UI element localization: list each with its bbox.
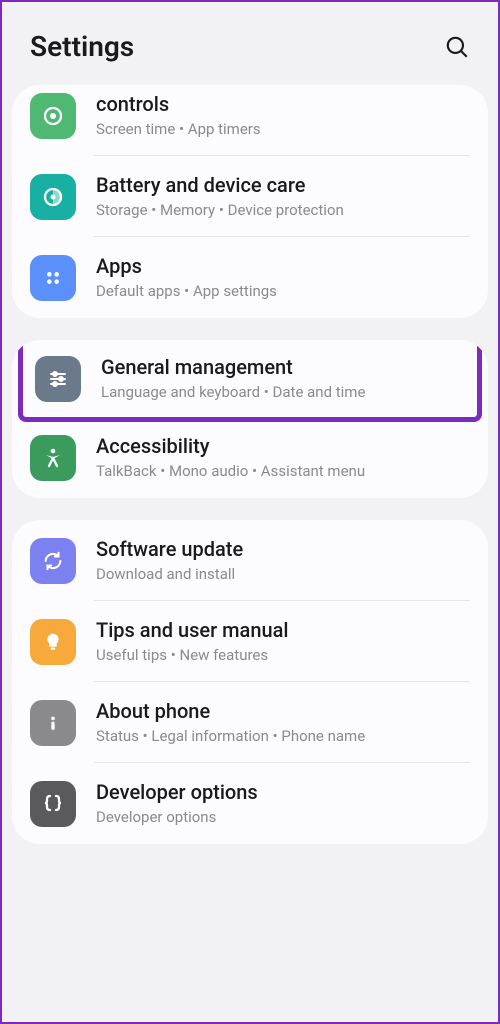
- item-text: Apps Default apps • App settings: [96, 253, 474, 302]
- item-title: Apps: [96, 253, 474, 279]
- item-text: About phone Status • Legal information •…: [96, 698, 474, 747]
- item-text: Tips and user manual Useful tips • New f…: [96, 617, 474, 666]
- settings-group-3: Software update Download and install Tip…: [12, 520, 488, 844]
- settings-group-2: General management Language and keyboard…: [12, 340, 488, 498]
- item-title: About phone: [96, 698, 474, 724]
- item-subtitle: Storage • Memory • Device protection: [96, 200, 474, 221]
- header: Settings: [2, 2, 498, 85]
- settings-item-controls[interactable]: controls Screen time • App timers: [12, 85, 488, 156]
- item-subtitle: Screen time • App timers: [96, 119, 474, 140]
- update-icon: [30, 538, 76, 584]
- search-icon: [444, 34, 470, 60]
- settings-item-apps[interactable]: Apps Default apps • App settings: [12, 237, 488, 318]
- settings-group-1: controls Screen time • App timers Batter…: [12, 85, 488, 318]
- item-title: Battery and device care: [96, 172, 474, 198]
- info-icon: [30, 700, 76, 746]
- item-title: controls: [96, 91, 474, 117]
- item-title: Software update: [96, 536, 474, 562]
- item-text: General management Language and keyboard…: [101, 354, 469, 403]
- item-title: Developer options: [96, 779, 474, 805]
- item-text: Battery and device care Storage • Memory…: [96, 172, 474, 221]
- item-subtitle: Download and install: [96, 564, 474, 585]
- apps-icon: [30, 255, 76, 301]
- item-title: Tips and user manual: [96, 617, 474, 643]
- settings-item-tips[interactable]: Tips and user manual Useful tips • New f…: [12, 601, 488, 682]
- page-title: Settings: [30, 30, 134, 63]
- settings-item-about-phone[interactable]: About phone Status • Legal information •…: [12, 682, 488, 763]
- highlight-general-management: General management Language and keyboard…: [18, 340, 482, 422]
- accessibility-icon: [30, 435, 76, 481]
- item-subtitle: Default apps • App settings: [96, 281, 474, 302]
- item-subtitle: Status • Legal information • Phone name: [96, 726, 474, 747]
- item-subtitle: Language and keyboard • Date and time: [101, 382, 469, 403]
- settings-item-general-management[interactable]: General management Language and keyboard…: [23, 340, 477, 417]
- item-subtitle: TalkBack • Mono audio • Assistant menu: [96, 461, 474, 482]
- item-text: Developer options Developer options: [96, 779, 474, 828]
- settings-item-developer-options[interactable]: Developer options Developer options: [12, 763, 488, 844]
- item-text: Accessibility TalkBack • Mono audio • As…: [96, 433, 474, 482]
- search-button[interactable]: [444, 34, 470, 60]
- item-subtitle: Useful tips • New features: [96, 645, 474, 666]
- device-care-icon: [30, 174, 76, 220]
- hourglass-icon: [30, 93, 76, 139]
- settings-item-accessibility[interactable]: Accessibility TalkBack • Mono audio • As…: [12, 417, 488, 498]
- item-subtitle: Developer options: [96, 807, 474, 828]
- settings-item-battery[interactable]: Battery and device care Storage • Memory…: [12, 156, 488, 237]
- sliders-icon: [35, 356, 81, 402]
- braces-icon: [30, 781, 76, 827]
- lightbulb-icon: [30, 619, 76, 665]
- item-text: Software update Download and install: [96, 536, 474, 585]
- item-text: controls Screen time • App timers: [96, 91, 474, 140]
- item-title: General management: [101, 354, 469, 380]
- settings-item-software-update[interactable]: Software update Download and install: [12, 520, 488, 601]
- item-title: Accessibility: [96, 433, 474, 459]
